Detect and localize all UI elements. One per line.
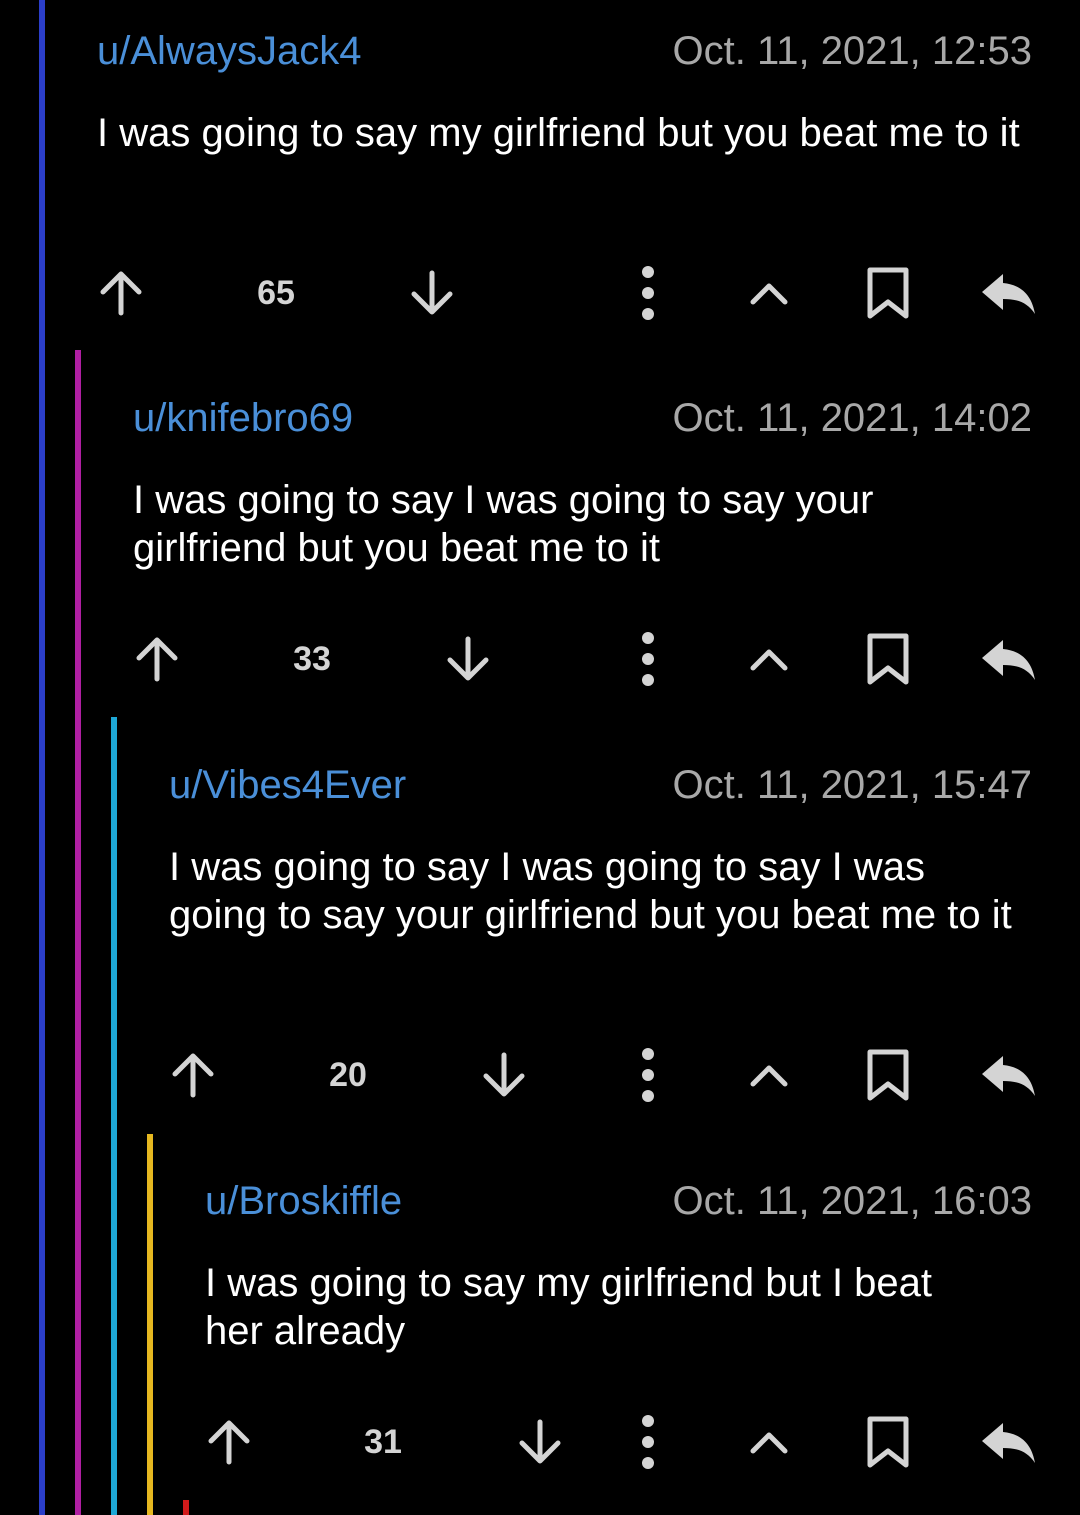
comment-body: I was going to say I was going to say yo… — [133, 478, 874, 570]
comment-header: u/Broskiffle Oct. 11, 2021, 16:03 — [205, 1176, 1032, 1226]
collapse-button[interactable] — [744, 1040, 794, 1110]
arrow-up-icon — [100, 271, 142, 316]
upvote-button[interactable] — [94, 258, 148, 328]
comment-username[interactable]: u/AlwaysJack4 — [97, 26, 362, 76]
downvote-button[interactable] — [513, 1407, 567, 1477]
reply-icon — [982, 640, 1035, 680]
thread-line-level-2[interactable] — [75, 350, 81, 1515]
chevron-up-icon — [750, 1432, 788, 1454]
comment-timestamp: Oct. 11, 2021, 14:02 — [672, 396, 1032, 440]
comment-score: 33 — [293, 640, 331, 678]
comment-action-bar: 20 — [0, 1040, 1080, 1110]
thread-line-level-3[interactable] — [111, 717, 117, 1515]
downvote-button[interactable] — [441, 624, 495, 694]
reply-button[interactable] — [978, 258, 1038, 328]
comment-header: u/AlwaysJack4 Oct. 11, 2021, 12:53 — [97, 26, 1032, 76]
comment: u/Vibes4Ever Oct. 11, 2021, 15:47 I was … — [169, 760, 1032, 939]
comment: u/knifebro69 Oct. 11, 2021, 14:02 I was … — [133, 393, 1032, 572]
upvote-button[interactable] — [166, 1040, 220, 1110]
reply-icon — [982, 1056, 1035, 1096]
comment-timestamp: Oct. 11, 2021, 12:53 — [672, 29, 1032, 73]
more-options-button[interactable] — [628, 1040, 668, 1110]
upvote-button[interactable] — [202, 1407, 256, 1477]
bookmark-icon — [867, 1049, 909, 1101]
comment-action-bar: 65 — [0, 258, 1080, 328]
reply-button[interactable] — [978, 1040, 1038, 1110]
more-options-button[interactable] — [628, 258, 668, 328]
upvote-button[interactable] — [130, 624, 184, 694]
save-button[interactable] — [860, 1040, 916, 1110]
chevron-up-icon — [750, 1065, 788, 1087]
save-button[interactable] — [860, 624, 916, 694]
reply-button[interactable] — [978, 624, 1038, 694]
chevron-up-icon — [750, 649, 788, 671]
comment-body: I was going to say I was going to say I … — [169, 845, 1012, 937]
comment-score: 20 — [329, 1056, 367, 1094]
downvote-button[interactable] — [405, 258, 459, 328]
bookmark-icon — [867, 633, 909, 685]
comment-header: u/Vibes4Ever Oct. 11, 2021, 15:47 — [169, 760, 1032, 810]
comment-timestamp: Oct. 11, 2021, 16:03 — [672, 1179, 1032, 1223]
bookmark-icon — [867, 267, 909, 319]
arrow-down-icon — [411, 270, 453, 315]
comment-timestamp: Oct. 11, 2021, 15:47 — [672, 763, 1032, 807]
save-button[interactable] — [860, 1407, 916, 1477]
arrow-down-icon — [447, 636, 489, 681]
reply-button[interactable] — [978, 1407, 1038, 1477]
comment-score: 65 — [257, 274, 295, 312]
arrow-up-icon — [172, 1053, 214, 1098]
chevron-up-icon — [750, 283, 788, 305]
thread-line-level-5[interactable] — [183, 1500, 189, 1515]
comment-score: 31 — [364, 1423, 402, 1461]
collapse-button[interactable] — [744, 1407, 794, 1477]
comment: u/Broskiffle Oct. 11, 2021, 16:03 I was … — [205, 1176, 1032, 1355]
save-button[interactable] — [860, 258, 916, 328]
more-vertical-icon — [642, 632, 654, 686]
more-options-button[interactable] — [628, 1407, 668, 1477]
arrow-down-icon — [519, 1419, 561, 1464]
comment-action-bar: 31 — [0, 1407, 1080, 1477]
arrow-up-icon — [136, 637, 178, 682]
comment-username[interactable]: u/Broskiffle — [205, 1176, 402, 1226]
comment-body: I was going to say my girlfriend but I b… — [205, 1261, 933, 1353]
reply-icon — [982, 1423, 1035, 1463]
more-vertical-icon — [642, 1048, 654, 1102]
bookmark-icon — [867, 1416, 909, 1468]
comment-body: I was going to say my girlfriend but you… — [97, 111, 1020, 155]
downvote-button[interactable] — [477, 1040, 531, 1110]
reply-icon — [982, 274, 1035, 314]
comment: u/AlwaysJack4 Oct. 11, 2021, 12:53 I was… — [97, 26, 1032, 157]
arrow-up-icon — [208, 1420, 250, 1465]
arrow-down-icon — [483, 1052, 525, 1097]
collapse-button[interactable] — [744, 258, 794, 328]
comment-username[interactable]: u/Vibes4Ever — [169, 760, 406, 810]
comment-header: u/knifebro69 Oct. 11, 2021, 14:02 — [133, 393, 1032, 443]
thread-line-level-1[interactable] — [39, 0, 45, 1515]
comment-action-bar: 33 — [0, 624, 1080, 694]
more-vertical-icon — [642, 266, 654, 320]
collapse-button[interactable] — [744, 624, 794, 694]
comment-username[interactable]: u/knifebro69 — [133, 393, 353, 443]
more-options-button[interactable] — [628, 624, 668, 694]
more-vertical-icon — [642, 1415, 654, 1469]
